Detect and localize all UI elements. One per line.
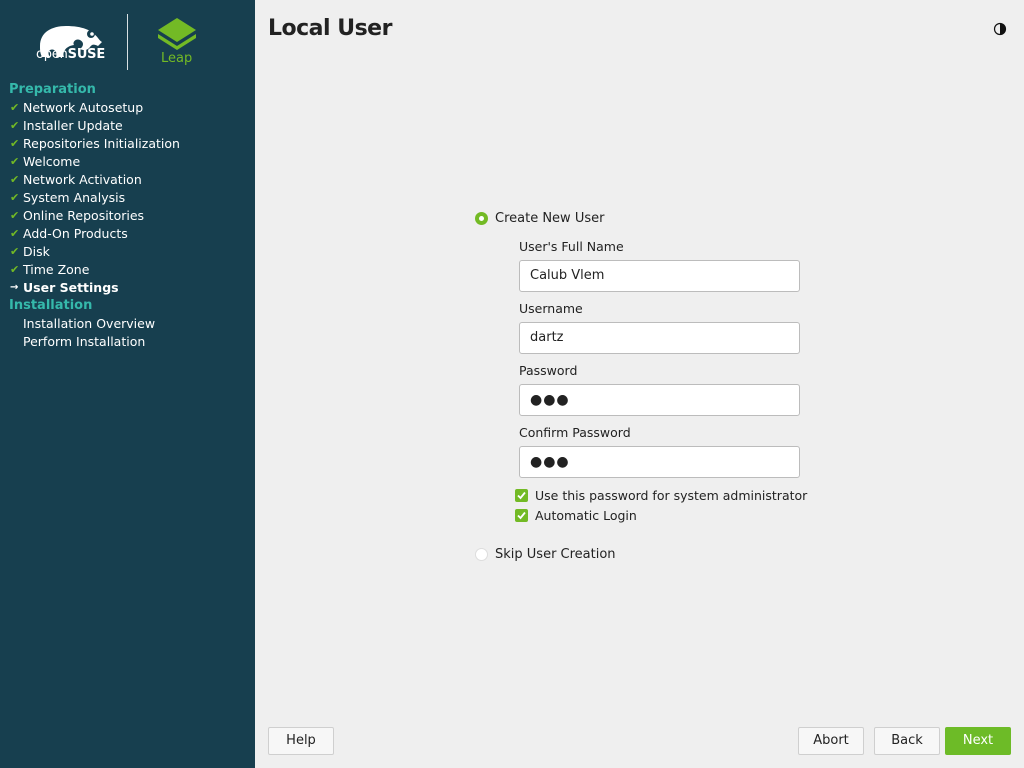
page-title: Local User [268,16,392,41]
section-heading-installation: Installation [9,298,93,313]
password-label: Password [519,363,578,378]
leap-logo-icon [158,18,196,50]
step-online-repositories: ✔ Online Repositories [0,207,255,225]
step-label: Network Activation [23,172,142,187]
checkbox-checked[interactable] [515,489,528,502]
step-label: Time Zone [23,262,90,277]
step-disk: ✔ Disk [0,243,255,261]
step-label: Installation Overview [23,316,156,331]
checkmark-icon: ✔ [10,209,20,222]
opensuse-wordmark: openSUSE [36,47,106,62]
step-time-zone: ✔ Time Zone [0,261,255,279]
step-repositories-initialization: ✔ Repositories Initialization [0,135,255,153]
logo-area: openSUSE Leap [0,0,255,80]
checkmark-icon: ✔ [10,263,20,276]
confirm-password-field[interactable]: ●●● [519,446,800,478]
half-moon-icon[interactable] [993,22,1007,36]
step-label: System Analysis [23,190,126,205]
radio-unselected-indicator[interactable] [475,548,488,561]
logo-divider [127,14,128,70]
step-add-on-products: ✔ Add-On Products [0,225,255,243]
step-label: User Settings [23,280,119,295]
checkmark-icon [517,491,526,500]
step-label: Disk [23,244,50,259]
confirm-password-label: Confirm Password [519,425,631,440]
checkmark-icon: ✔ [10,119,20,132]
use-password-for-admin-checkbox[interactable]: Use this password for system administrat… [515,488,807,503]
step-label: Repositories Initialization [23,136,180,151]
leap-wordmark: Leap [161,51,193,66]
create-new-user-label: Create New User [495,211,605,226]
step-installation-overview: Installation Overview [0,315,255,333]
help-button[interactable]: Help [268,727,334,755]
username-field[interactable]: dartz [519,322,800,354]
section-heading-preparation: Preparation [9,82,96,97]
installation-steps: Preparation ✔ Network Autosetup ✔ Installe… [0,81,255,351]
step-network-activation: ✔ Network Activation [0,171,255,189]
checkmark-icon: ✔ [10,173,20,186]
radio-selected-indicator[interactable] [475,212,488,225]
full-name-field[interactable]: Calub Vlem [519,260,800,292]
use-password-for-admin-label: Use this password for system administrat… [535,488,808,503]
checkbox-checked[interactable] [515,509,528,522]
step-installer-update: ✔ Installer Update [0,117,255,135]
full-name-label: User's Full Name [519,239,624,254]
sidebar: openSUSE Leap Preparation ✔ Network Autos… [0,0,255,768]
username-label: Username [519,301,583,316]
automatic-login-checkbox[interactable]: Automatic Login [515,508,637,523]
step-label: Installer Update [23,118,123,133]
abort-button[interactable]: Abort [798,727,864,755]
step-network-autosetup: ✔ Network Autosetup [0,99,255,117]
checkmark-icon: ✔ [10,137,20,150]
skip-user-creation-label: Skip User Creation [495,547,616,562]
step-label: Add-On Products [23,226,128,241]
step-system-analysis: ✔ System Analysis [0,189,255,207]
step-label: Perform Installation [23,334,146,349]
back-button[interactable]: Back [874,727,940,755]
checkmark-icon [517,511,526,520]
step-label: Welcome [23,154,81,169]
step-user-settings: → User Settings [0,279,255,297]
step-label: Online Repositories [23,208,145,223]
checkmark-icon: ✔ [10,191,20,204]
checkmark-icon: ✔ [10,227,20,240]
checkmark-icon: ✔ [10,101,20,114]
step-label: Network Autosetup [23,100,144,115]
step-perform-installation: Perform Installation [0,333,255,351]
password-field[interactable]: ●●● [519,384,800,416]
skip-user-creation-radio[interactable]: Skip User Creation [475,547,616,562]
main-content: Local User Create New User User's Full N… [255,0,1024,768]
create-new-user-radio[interactable]: Create New User [475,211,604,226]
checkmark-icon: ✔ [10,155,20,168]
next-button[interactable]: Next [945,727,1011,755]
automatic-login-label: Automatic Login [535,508,637,523]
checkmark-icon: ✔ [10,245,20,258]
arrow-right-icon: → [10,282,19,293]
step-welcome: ✔ Welcome [0,153,255,171]
